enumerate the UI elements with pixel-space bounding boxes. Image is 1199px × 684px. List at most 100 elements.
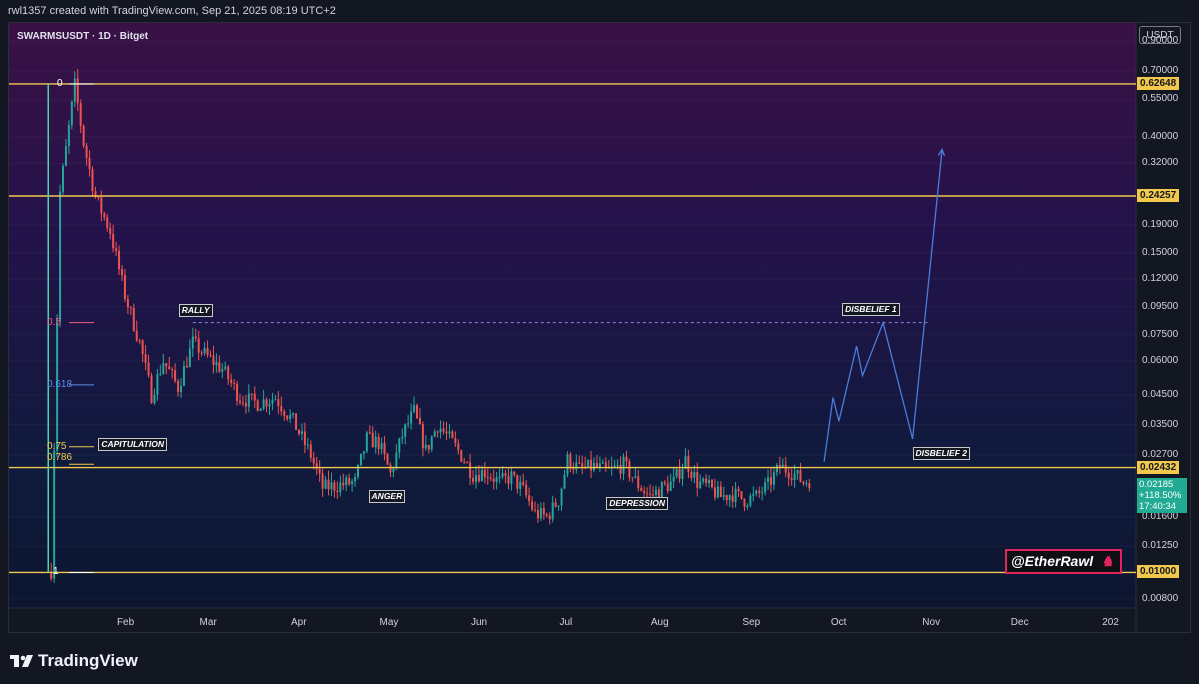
candle-body	[448, 431, 451, 434]
candle-body	[215, 362, 218, 366]
candle-body	[194, 336, 197, 339]
annotation-rally: RALLY	[178, 303, 213, 317]
candle-body	[498, 476, 501, 478]
price-tick: 0.19000	[1142, 218, 1179, 230]
header-bar: rwl1357 created with TradingView.com, Se…	[0, 0, 1199, 22]
candle-body	[702, 478, 705, 482]
candle-body	[150, 375, 153, 404]
candle-body	[100, 197, 103, 214]
annotation-depression: DEPRESSION	[606, 496, 668, 510]
candle-body	[787, 472, 790, 479]
candle-body	[631, 477, 634, 479]
tradingview-logo-icon	[10, 655, 33, 667]
candle-body	[784, 464, 787, 473]
candle-body	[200, 352, 203, 354]
time-tick: Sep	[742, 617, 761, 628]
time-tick: Jul	[559, 617, 573, 628]
candle-body	[646, 492, 649, 494]
candle-body	[224, 366, 227, 370]
current-price-badge: 0.02185 +118.50% 17:40:34	[1137, 478, 1187, 514]
time-tick: Feb	[116, 617, 135, 628]
candle-body	[253, 393, 256, 401]
candle-body	[510, 471, 513, 484]
candle-body	[799, 470, 802, 482]
price-axis[interactable]: USDT 0.90000 0.70000 0.55000 0.40000 0.32000…	[1136, 23, 1190, 632]
price-level-badge: 0.02432	[1137, 460, 1180, 474]
candle-body	[374, 436, 377, 448]
candle-body	[309, 444, 312, 458]
candle-body	[168, 366, 171, 370]
candle-body	[486, 477, 489, 479]
candle-body	[480, 469, 483, 482]
candle-body	[286, 415, 289, 419]
candle-body	[531, 501, 534, 510]
candle-body	[457, 443, 460, 451]
candle-body	[436, 431, 439, 433]
candle-body	[312, 457, 315, 464]
candle-body	[398, 438, 401, 453]
candle-body	[790, 478, 793, 480]
candle-body	[522, 482, 525, 485]
author-watermark: @EtherRawl ♞	[1005, 549, 1122, 574]
candle-body	[525, 484, 528, 496]
candle-body	[144, 354, 147, 363]
candle-body	[604, 462, 607, 467]
candle-body	[593, 463, 595, 471]
chart-frame[interactable]: SWARMSUSDT · 1D · Bitget 0 0.5 0.618 0.75 0.…	[8, 22, 1191, 633]
candle-body	[424, 444, 427, 449]
candle-body	[719, 486, 722, 498]
candle-body	[705, 478, 708, 484]
price-chart[interactable]	[9, 23, 1190, 632]
candle-body	[280, 406, 283, 412]
candle-body	[185, 365, 188, 368]
bar-countdown: 17:40:34	[1139, 501, 1176, 513]
candle-body	[711, 479, 713, 488]
candle-body	[138, 340, 141, 342]
candle-body	[528, 495, 531, 502]
candle-body	[274, 399, 277, 401]
fib-label-1: 0.5	[47, 316, 61, 328]
candle-body	[221, 369, 224, 372]
candle-body	[551, 502, 554, 520]
candle-body	[770, 477, 772, 485]
candle-body	[722, 495, 725, 498]
candle-body	[85, 145, 88, 158]
candle-body	[389, 464, 392, 473]
time-tick: Oct	[830, 617, 847, 628]
candle-body	[454, 438, 457, 444]
candle-body	[377, 436, 380, 450]
annotation-capitulation: CAPITULATION	[98, 437, 167, 451]
price-level-badge: 0.01000	[1137, 565, 1180, 579]
candle-body	[519, 482, 522, 489]
candle-body	[764, 482, 767, 493]
candle-body	[351, 481, 354, 485]
candle-body	[115, 248, 118, 251]
price-tick: 0.01250	[1142, 540, 1179, 552]
candle-body	[76, 78, 79, 104]
candle-body	[652, 494, 654, 496]
brand-name: TradingView	[38, 651, 138, 670]
candle-body	[177, 380, 180, 392]
candle-body	[365, 432, 368, 452]
candle-body	[554, 502, 557, 507]
candle-body	[534, 509, 536, 511]
candle-body	[250, 393, 253, 395]
candle-body	[666, 483, 669, 491]
candle-body	[283, 411, 286, 416]
candle-body	[123, 275, 126, 300]
candle-body	[708, 479, 711, 484]
candle-body	[761, 492, 764, 494]
candle-body	[79, 103, 82, 126]
time-tick: Mar	[199, 617, 217, 628]
fib-label-0: 0	[57, 77, 63, 89]
candle-body	[227, 366, 230, 380]
candle-body	[401, 436, 404, 439]
candle-body	[265, 399, 268, 407]
candle-body	[793, 473, 796, 480]
current-price: 0.02185	[1139, 479, 1174, 491]
candle-body	[713, 487, 716, 498]
candle-body	[368, 432, 371, 434]
candle-body	[439, 428, 442, 433]
candle-body	[386, 453, 389, 465]
price-tick: 0.02700	[1142, 449, 1179, 461]
